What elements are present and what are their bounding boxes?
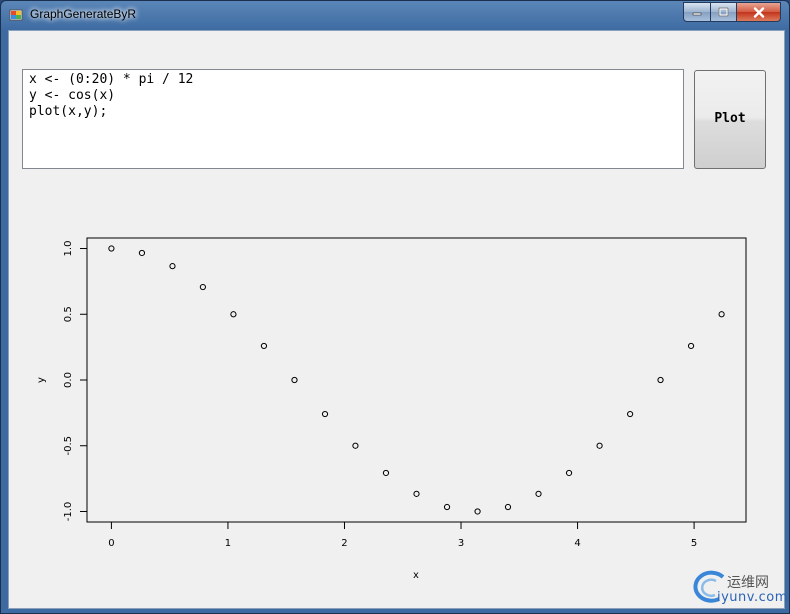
data-points <box>108 245 725 515</box>
data-point <box>260 342 268 350</box>
app-window: GraphGenerateByR x <- (0:20) * pi / 12 y… <box>0 0 790 614</box>
client-area: x <- (0:20) * pi / 12 y <- cos(x) plot(x… <box>8 30 787 609</box>
x-tick-label: 1 <box>225 538 231 549</box>
data-point <box>565 469 573 477</box>
y-tick-label: 0.0 <box>63 372 74 388</box>
maximize-icon <box>718 7 729 17</box>
plot-area: 0 1 2 3 4 5 -1.0 -0.5 0.0 0.5 1.0 x y <box>17 216 777 596</box>
x-axis-label: x <box>413 570 419 581</box>
data-point <box>443 503 451 511</box>
x-tick-label: 0 <box>108 538 114 549</box>
maximize-button[interactable] <box>711 2 737 22</box>
data-point <box>687 342 695 350</box>
minimize-button[interactable] <box>683 2 711 22</box>
data-point <box>413 490 420 497</box>
x-axis: 0 1 2 3 4 5 <box>108 521 697 549</box>
y-tick-label: -0.5 <box>63 436 74 456</box>
title-bar[interactable]: GraphGenerateByR <box>1 1 789 29</box>
scatter-chart: 0 1 2 3 4 5 -1.0 -0.5 0.0 0.5 1.0 x y <box>36 237 747 581</box>
data-point <box>657 376 664 384</box>
close-icon <box>753 6 764 18</box>
data-point <box>627 410 634 418</box>
data-point <box>230 311 237 318</box>
watermark: 运维网 iyunv.com <box>689 569 789 605</box>
y-axis: -1.0 -0.5 0.0 0.5 1.0 <box>63 241 88 522</box>
minimize-icon <box>692 12 702 16</box>
data-point <box>504 503 512 511</box>
data-point <box>352 442 359 449</box>
watermark-en: iyunv.com <box>717 590 788 605</box>
data-point <box>291 376 298 384</box>
data-point <box>138 249 146 257</box>
data-point <box>535 490 542 497</box>
app-icon <box>9 9 23 21</box>
data-point <box>108 245 115 252</box>
window-title: GraphGenerateByR <box>30 7 137 21</box>
data-point <box>199 283 206 291</box>
data-point <box>321 410 329 418</box>
x-tick-label: 2 <box>341 538 347 549</box>
plot-frame <box>86 237 747 523</box>
plot-button[interactable]: Plot <box>694 70 766 169</box>
x-tick-label: 5 <box>691 538 697 549</box>
x-tick-label: 4 <box>574 538 580 549</box>
y-tick-label: -1.0 <box>63 502 74 522</box>
data-point <box>382 469 390 477</box>
y-tick-label: 0.5 <box>63 306 74 322</box>
data-point <box>474 508 481 515</box>
data-point <box>596 442 603 449</box>
caption-buttons <box>683 2 781 22</box>
data-point <box>169 263 176 270</box>
watermark-cn: 运维网 <box>727 575 769 591</box>
code-editor[interactable]: x <- (0:20) * pi / 12 y <- cos(x) plot(x… <box>22 69 684 169</box>
y-axis-label: y <box>36 377 47 383</box>
data-point <box>718 311 725 318</box>
y-tick-label: 1.0 <box>63 241 74 257</box>
x-tick-label: 3 <box>458 538 464 549</box>
close-button[interactable] <box>737 2 781 22</box>
